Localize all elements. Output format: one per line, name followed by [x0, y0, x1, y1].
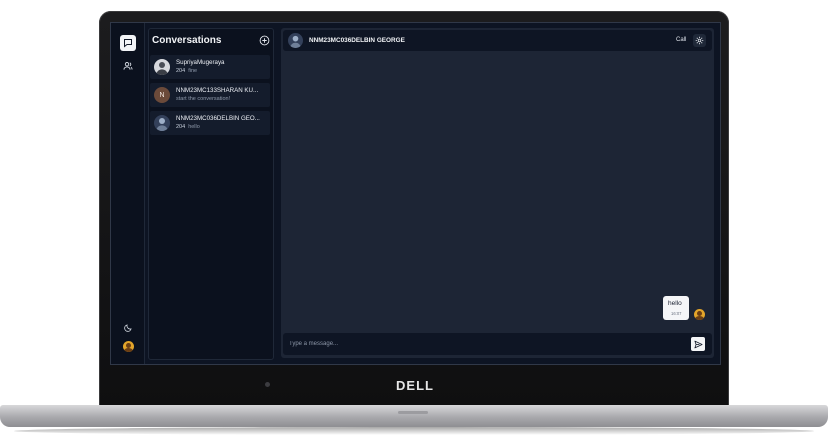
chat-settings-button[interactable]: [693, 34, 706, 47]
chat-bubble-icon: [124, 39, 132, 48]
message-text: hello: [668, 300, 682, 307]
call-button[interactable]: Call: [676, 37, 686, 43]
chats-nav-button[interactable]: [120, 35, 136, 51]
lid-notch: [398, 411, 428, 414]
brand-logo: DELL: [396, 378, 434, 393]
gear-icon: [695, 36, 704, 45]
message-bubble: hello 16:07: [663, 296, 689, 320]
icon-rail: [111, 23, 145, 364]
conversation-item[interactable]: NNM23MC036DELBIN GEO... 204 hello: [150, 111, 270, 135]
new-conversation-plus-icon[interactable]: [259, 35, 270, 46]
message-count: 204: [176, 68, 186, 74]
chat-contact-name: NNM23MC036DELBIN GEORGE: [309, 37, 405, 44]
theme-toggle-button[interactable]: [120, 319, 136, 335]
conversation-preview: start the conversation!: [176, 96, 231, 102]
sender-avatar-icon: [694, 309, 705, 320]
laptop-screen: Conversations SupriyaMugeraya 204 fine N …: [110, 22, 721, 365]
message-composer: [283, 333, 712, 355]
conversation-item[interactable]: N NNM23MC133SHARAN KU... start the conve…: [150, 83, 270, 107]
contact-avatar-initial: N: [154, 87, 170, 103]
send-icon: [693, 340, 703, 348]
conversations-panel: Conversations SupriyaMugeraya 204 fine N …: [148, 28, 274, 360]
moon-icon: [123, 323, 132, 332]
chat-header: NNM23MC036DELBIN GEORGE Call: [283, 30, 712, 51]
conversation-name: NNM23MC133SHARAN KU...: [176, 87, 259, 94]
webcam: [265, 382, 270, 387]
contacts-nav-button[interactable]: [120, 58, 136, 74]
conversation-preview: 204 hello: [176, 124, 200, 130]
send-button[interactable]: [691, 337, 705, 351]
chat-contact-avatar: [288, 33, 303, 48]
contact-avatar-photo: [154, 115, 170, 131]
conversation-item[interactable]: SupriyaMugeraya 204 fine: [150, 55, 270, 79]
conversation-name: NNM23MC036DELBIN GEO...: [176, 115, 260, 122]
users-icon: [123, 62, 133, 70]
message-count: 204: [176, 124, 186, 130]
message-input[interactable]: [289, 338, 669, 350]
conversation-name: SupriyaMugeraya: [176, 59, 225, 66]
conversation-preview: 204 fine: [176, 68, 198, 74]
chat-window: NNM23MC036DELBIN GEORGE Call hello 16:07: [281, 28, 714, 358]
user-avatar-icon[interactable]: [123, 341, 134, 352]
contact-avatar-photo: [154, 59, 170, 75]
laptop-base: [0, 405, 828, 427]
message-time: 16:07: [671, 311, 682, 316]
conversations-title: Conversations: [152, 35, 222, 46]
laptop-shadow: [14, 427, 814, 435]
